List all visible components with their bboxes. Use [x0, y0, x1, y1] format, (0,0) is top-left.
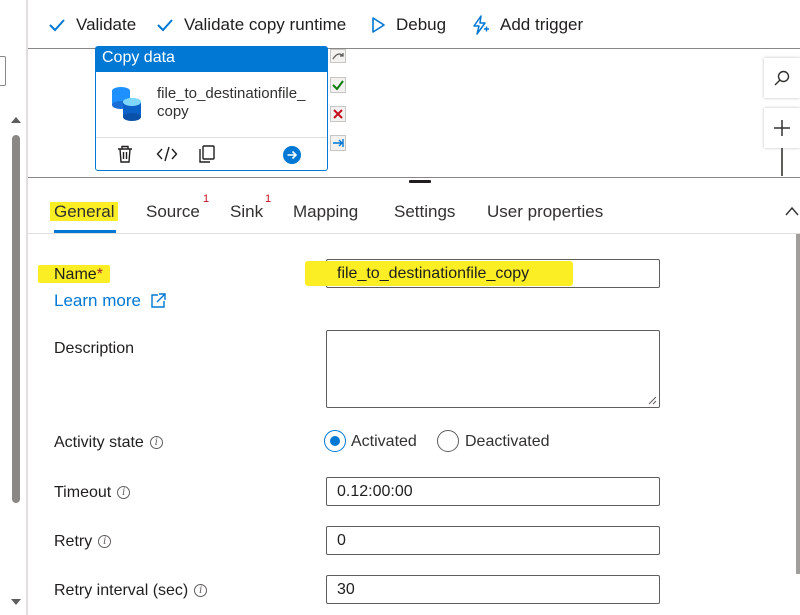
info-icon[interactable]: i [98, 535, 112, 548]
activity-type-header: Copy data [96, 47, 327, 72]
retry-input[interactable] [326, 526, 660, 555]
scroll-down-arrow-icon[interactable] [9, 597, 23, 607]
navigate-arrow-icon[interactable] [282, 145, 302, 165]
tab-sink[interactable]: Sink 1 [230, 193, 271, 222]
tab-settings[interactable]: Settings [394, 202, 455, 222]
completion-handle-icon[interactable] [330, 49, 346, 63]
chevron-up-icon[interactable] [784, 205, 800, 217]
pipeline-toolbar: Validate Validate copy runtime Debug Add… [28, 0, 800, 48]
tab-mapping-label: Mapping [293, 202, 359, 221]
deactivated-radio[interactable] [437, 430, 459, 452]
debug-button[interactable]: Debug [370, 12, 446, 38]
tab-sink-error-badge: 1 [265, 193, 272, 205]
timeout-label-text: Timeout [54, 484, 112, 501]
validate-button[interactable]: Validate [48, 12, 136, 38]
activity-name: file_to_destinationfile_copy [157, 85, 306, 120]
code-icon[interactable] [156, 144, 178, 164]
activity-state-label: Activity state i [54, 434, 163, 452]
tab-general[interactable]: General [54, 202, 114, 222]
properties-tabs: General Source 1 Sink 1 Mapping Settings U… [28, 188, 800, 234]
info-icon[interactable]: i [117, 486, 131, 499]
validate-copy-runtime-label: Validate copy runtime [184, 15, 347, 34]
learn-more-text: Learn more [54, 291, 141, 310]
canvas-zoom-slider[interactable] [781, 148, 783, 176]
deactivated-label: Deactivated [465, 433, 550, 450]
zoom-in-button[interactable] [764, 108, 800, 148]
failure-handle-icon[interactable] [330, 106, 346, 122]
tab-general-label: General [54, 202, 115, 221]
tab-mapping[interactable]: Mapping [293, 202, 358, 222]
search-canvas-button[interactable] [764, 58, 800, 98]
timeout-input[interactable] [326, 477, 660, 506]
validate-label: Validate [76, 15, 137, 34]
tab-source-label: Source [146, 202, 200, 221]
required-marker: * [96, 266, 103, 283]
tab-sink-label: Sink [230, 202, 264, 221]
tab-source-error-badge: 1 [203, 193, 210, 205]
description-textarea[interactable] [326, 330, 660, 408]
add-trigger-button[interactable]: Add trigger [470, 12, 583, 38]
active-tab-indicator [54, 230, 116, 233]
name-field[interactable]: file_to_destinationfile_copy [305, 259, 660, 288]
name-field-value: file_to_destinationfile_copy [337, 265, 530, 282]
vertical-scrollbar-thumb[interactable] [12, 135, 20, 503]
tab-source[interactable]: Source 1 [146, 193, 209, 222]
success-handle-icon[interactable] [330, 77, 346, 93]
activated-label: Activated [351, 433, 417, 450]
plus-icon [774, 120, 790, 136]
search-icon [774, 70, 790, 86]
add-trigger-label: Add trigger [500, 15, 584, 34]
activity-state-label-text: Activity state [54, 434, 144, 451]
retry-interval-label-text: Retry interval (sec) [54, 582, 189, 599]
copy-data-icon [112, 87, 141, 121]
retry-label: Retry i [54, 533, 112, 551]
delete-icon[interactable] [115, 144, 135, 164]
play-icon [372, 17, 385, 33]
debug-label: Debug [396, 15, 447, 34]
panel-splitter-handle[interactable] [409, 180, 431, 183]
retry-interval-label: Retry interval (sec) i [54, 582, 208, 600]
name-label: Name* [54, 266, 103, 284]
left-panel-handle[interactable] [0, 56, 6, 86]
lightning-bolt-icon [473, 15, 489, 35]
clone-icon[interactable] [197, 144, 217, 164]
retry-label-text: Retry [54, 533, 93, 550]
tab-user-properties[interactable]: User properties [487, 202, 603, 222]
name-label-text: Name [54, 266, 97, 283]
tab-settings-label: Settings [394, 202, 456, 221]
info-icon[interactable]: i [194, 584, 208, 597]
activity-divider [96, 137, 327, 138]
properties-scrollbar[interactable] [796, 234, 800, 574]
retry-interval-input[interactable] [326, 575, 660, 604]
resize-grip-icon[interactable] [647, 395, 657, 405]
tab-user-properties-label: User properties [487, 202, 604, 221]
description-label: Description [54, 340, 135, 357]
scroll-up-arrow-icon[interactable] [9, 115, 23, 125]
timeout-label: Timeout i [54, 484, 131, 502]
learn-more-link[interactable]: Learn more [54, 291, 167, 311]
checkmark-icon [157, 19, 173, 32]
skipped-handle-icon[interactable] [330, 135, 346, 151]
validate-copy-runtime-button[interactable]: Validate copy runtime [156, 12, 346, 38]
external-link-icon [151, 293, 166, 308]
activated-radio[interactable] [324, 430, 346, 452]
copy-data-activity[interactable]: Copy data file_to_destinationfile_copy [95, 46, 328, 171]
info-icon[interactable]: i [149, 436, 163, 449]
checkmark-icon [49, 19, 65, 32]
